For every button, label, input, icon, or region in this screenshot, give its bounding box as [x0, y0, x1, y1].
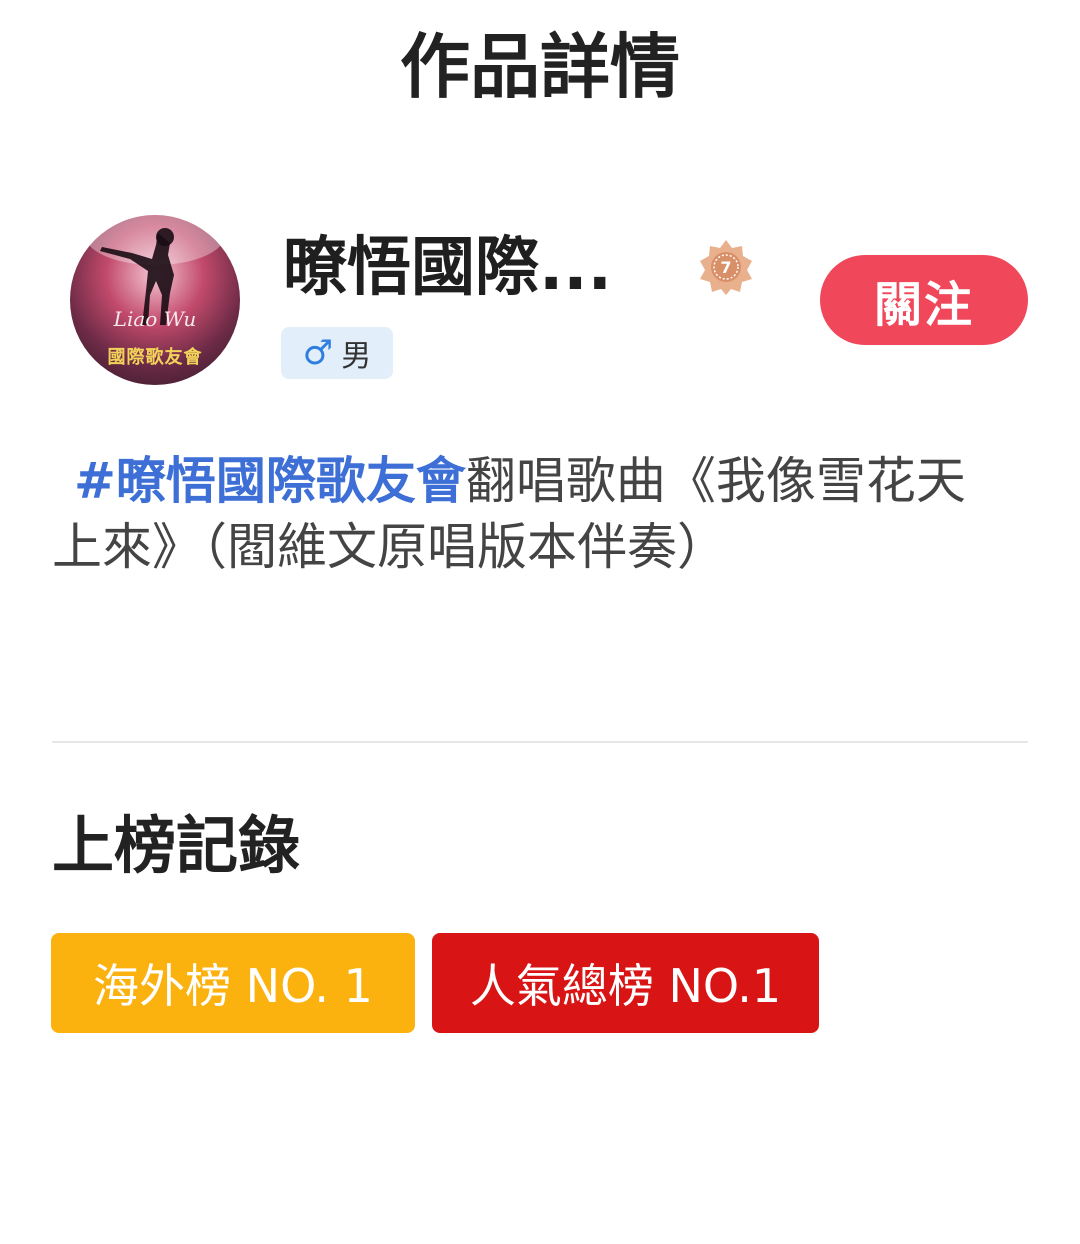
- follow-button[interactable]: 關注: [820, 255, 1028, 345]
- page-title: 作品詳情: [400, 26, 680, 108]
- rankings-title: 上榜記錄: [52, 809, 301, 882]
- avatar-signature: Liao Wu: [113, 307, 197, 331]
- avatar-caption: 國際歌友會: [107, 347, 203, 368]
- hashtag-link[interactable]: #暸悟國際歌友會: [74, 452, 466, 510]
- ranking-badge-popularity[interactable]: 人氣總榜 NO.1: [432, 933, 819, 1033]
- work-description: #暸悟國際歌友會翻唱歌曲《我像雪花天上來》（閻維文原唱版本伴奏）: [52, 448, 1012, 580]
- avatar[interactable]: Liao Wu 國際歌友會: [70, 215, 240, 385]
- gender-tag: ♂ 男: [281, 327, 393, 379]
- level-number: 7: [720, 258, 731, 277]
- gender-label: 男: [341, 339, 372, 374]
- username[interactable]: 暸悟國際...: [283, 228, 612, 308]
- divider: [52, 741, 1028, 743]
- male-icon: ♂: [302, 333, 334, 373]
- level-badge-icon: 7: [697, 238, 755, 296]
- ranking-badge-overseas[interactable]: 海外榜 NO. 1: [51, 933, 415, 1033]
